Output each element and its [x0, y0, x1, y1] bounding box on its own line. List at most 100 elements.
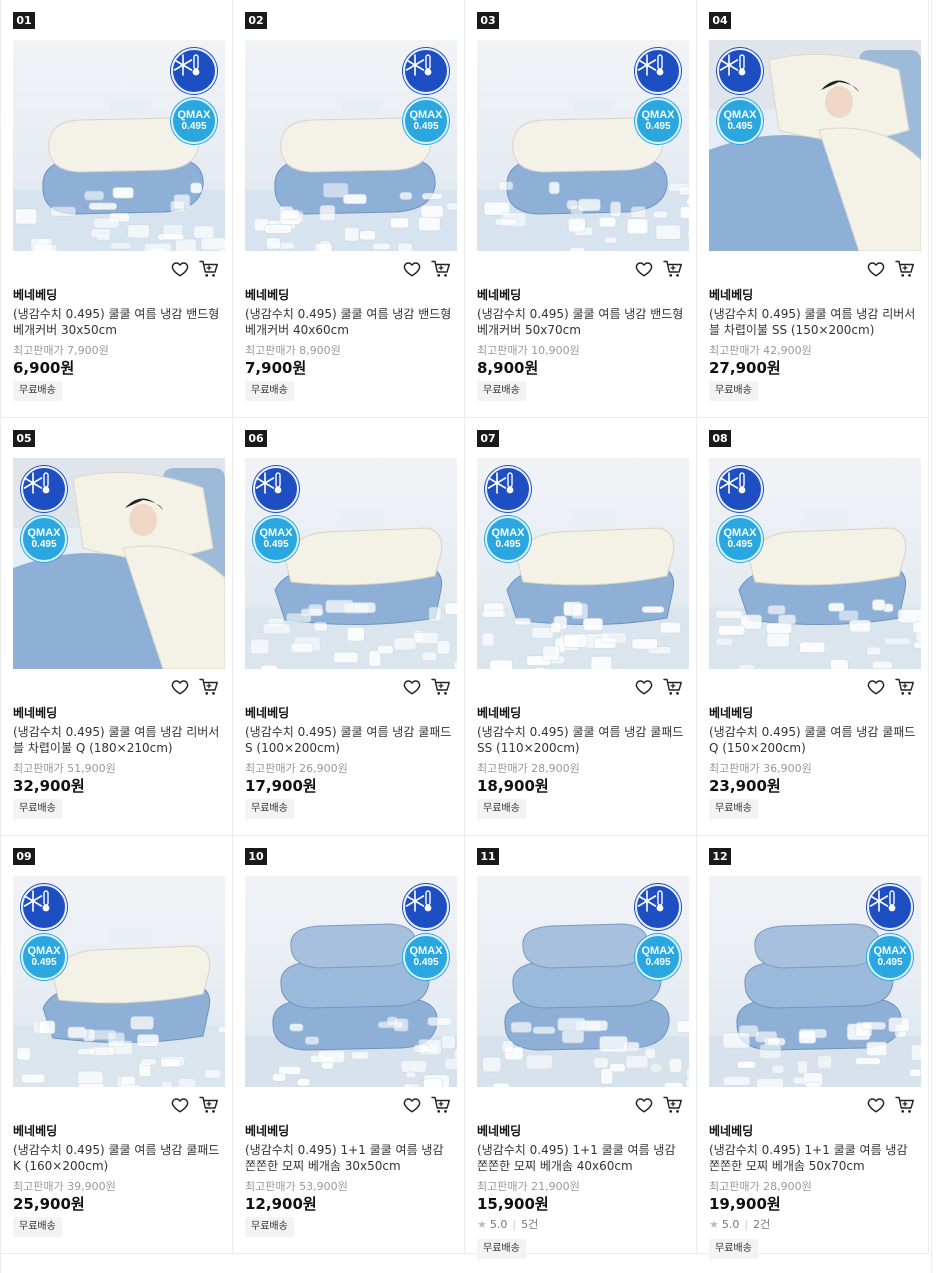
product-image[interactable]: QMAX 0.495 [245, 458, 457, 669]
cart-icon[interactable] [431, 1096, 451, 1114]
free-shipping-tag: 무료배송 [477, 381, 526, 401]
cooling-snowflake-icon [403, 884, 449, 930]
product-title[interactable]: (냉감수치 0.495) 1+1 쿨쿨 여름 냉감 쫀쫀한 모찌 베개솜 40x… [477, 1142, 687, 1174]
rank-badge: 07 [477, 430, 499, 447]
product-title[interactable]: (냉감수치 0.495) 쿨쿨 여름 냉감 쿨패드 S (100×200cm) [245, 724, 455, 756]
product-title[interactable]: (냉감수치 0.495) 쿨쿨 여름 냉감 쿨패드 Q (150×200cm) [709, 724, 919, 756]
product-actions [171, 260, 227, 278]
rank-badge: 09 [13, 848, 35, 865]
cart-icon[interactable] [663, 1096, 683, 1114]
product-title[interactable]: (냉감수치 0.495) 쿨쿨 여름 냉감 밴드형 베개커버 50x70cm [477, 306, 687, 338]
original-price: 최고판매가 36,900원 [709, 762, 812, 775]
rating-score: 5.0 [721, 1217, 740, 1231]
product-card[interactable]: 07 QMAX 0.495 베네베딩 (냉감수치 0.495) 쿨쿨 여름 냉감 쿨패드… [465, 418, 697, 836]
product-card[interactable]: 08 QMAX 0.495 베네베딩 (냉감수치 0.495) 쿨쿨 여름 냉감 쿨패드… [697, 418, 929, 836]
cooling-snowflake-icon [867, 884, 913, 930]
product-card[interactable]: 01 QMAX 0.495 베네베딩 (냉감수치 0.495) 쿨쿨 여름 냉감 밴드형… [1, 0, 233, 418]
product-title[interactable]: (냉감수치 0.495) 쿨쿨 여름 냉감 쿨패드 SS (110×200cm) [477, 724, 687, 756]
heart-icon[interactable] [403, 1096, 423, 1114]
cart-icon[interactable] [199, 678, 219, 696]
product-card[interactable]: 09 QMAX 0.495 베네베딩 (냉감수치 0.495) 쿨쿨 여름 냉감 쿨패드… [1, 836, 233, 1254]
brand-name[interactable]: 베네베딩 [709, 286, 753, 303]
rank-badge: 05 [13, 430, 35, 447]
heart-icon[interactable] [171, 1096, 191, 1114]
product-image[interactable]: QMAX 0.495 [477, 40, 689, 251]
sale-price: 25,900원 [13, 1195, 85, 1213]
heart-icon[interactable] [171, 260, 191, 278]
free-shipping-tag: 무료배송 [477, 799, 526, 819]
brand-name[interactable]: 베네베딩 [245, 704, 289, 721]
rank-badge: 12 [709, 848, 731, 865]
heart-icon[interactable] [171, 678, 191, 696]
review-count: 2건 [753, 1218, 771, 1231]
product-actions [635, 1096, 691, 1114]
heart-icon[interactable] [867, 260, 887, 278]
cart-icon[interactable] [199, 1096, 219, 1114]
product-card[interactable]: 05 QMAX 0.495 베네베딩 (냉감수치 0.495) 쿨쿨 여름 냉감 리버서… [1, 418, 233, 836]
star-icon: ★ [477, 1217, 487, 1231]
brand-name[interactable]: 베네베딩 [245, 1122, 289, 1139]
cart-icon[interactable] [895, 678, 915, 696]
heart-icon[interactable] [635, 1096, 655, 1114]
product-card[interactable]: 11 QMAX 0.495 베네베딩 (냉감수치 0.495) 1+1 쿨쿨 여름 냉감… [465, 836, 697, 1259]
product-card[interactable]: 04 QMAX 0.495 베네베딩 (냉감수치 0.495) 쿨쿨 여름 냉감 리버서… [697, 0, 929, 418]
qmax-label: QMAX [641, 945, 675, 957]
brand-name[interactable]: 베네베딩 [477, 1122, 521, 1139]
cart-icon[interactable] [431, 678, 451, 696]
brand-name[interactable]: 베네베딩 [13, 286, 57, 303]
product-image[interactable]: QMAX 0.495 [245, 40, 457, 251]
rating-score: 5.0 [489, 1217, 508, 1231]
sale-price: 15,900원 [477, 1195, 549, 1213]
product-title[interactable]: (냉감수치 0.495) 쿨쿨 여름 냉감 쿨패드 K (160×200cm) [13, 1142, 223, 1174]
brand-name[interactable]: 베네베딩 [709, 704, 753, 721]
product-image[interactable]: QMAX 0.495 [245, 876, 457, 1087]
brand-name[interactable]: 베네베딩 [477, 704, 521, 721]
cart-icon[interactable] [431, 260, 451, 278]
brand-name[interactable]: 베네베딩 [245, 286, 289, 303]
heart-icon[interactable] [403, 678, 423, 696]
product-image[interactable]: QMAX 0.495 [709, 458, 921, 669]
product-title[interactable]: (냉감수치 0.495) 쿨쿨 여름 냉감 리버서블 차렵이불 SS (150×… [709, 306, 919, 338]
product-card[interactable]: 03 QMAX 0.495 베네베딩 (냉감수치 0.495) 쿨쿨 여름 냉감 밴드형… [465, 0, 697, 418]
heart-icon[interactable] [867, 678, 887, 696]
brand-name[interactable]: 베네베딩 [477, 286, 521, 303]
sale-price: 32,900원 [13, 777, 85, 795]
heart-icon[interactable] [635, 678, 655, 696]
qmax-badge: QMAX 0.495 [635, 934, 681, 980]
cart-icon[interactable] [663, 678, 683, 696]
product-image[interactable]: QMAX 0.495 [477, 876, 689, 1087]
product-card[interactable]: 06 QMAX 0.495 베네베딩 (냉감수치 0.495) 쿨쿨 여름 냉감 쿨패드… [233, 418, 465, 836]
product-image[interactable]: QMAX 0.495 [13, 876, 225, 1087]
product-card[interactable]: 02 QMAX 0.495 베네베딩 (냉감수치 0.495) 쿨쿨 여름 냉감 밴드형… [233, 0, 465, 418]
qmax-badge: QMAX 0.495 [485, 516, 531, 562]
free-shipping-tag: 무료배송 [709, 381, 758, 401]
original-price: 최고판매가 26,900원 [245, 762, 348, 775]
product-card[interactable]: 10 QMAX 0.495 베네베딩 (냉감수치 0.495) 1+1 쿨쿨 여름 냉감… [233, 836, 465, 1254]
qmax-value: 0.495 [495, 539, 521, 550]
brand-name[interactable]: 베네베딩 [13, 1122, 57, 1139]
product-title[interactable]: (냉감수치 0.495) 1+1 쿨쿨 여름 냉감 쫀쫀한 모찌 베개솜 50x… [709, 1142, 919, 1174]
product-title[interactable]: (냉감수치 0.495) 1+1 쿨쿨 여름 냉감 쫀쫀한 모찌 베개솜 30x… [245, 1142, 455, 1174]
cart-icon[interactable] [663, 260, 683, 278]
product-title[interactable]: (냉감수치 0.495) 쿨쿨 여름 냉감 밴드형 베개커버 40x60cm [245, 306, 455, 338]
original-price: 최고판매가 51,900원 [13, 762, 116, 775]
product-image[interactable]: QMAX 0.495 [13, 458, 225, 669]
product-actions [171, 678, 227, 696]
cart-icon[interactable] [895, 260, 915, 278]
product-card[interactable]: 12 QMAX 0.495 베네베딩 (냉감수치 0.495) 1+1 쿨쿨 여름 냉감… [697, 836, 929, 1259]
heart-icon[interactable] [635, 260, 655, 278]
brand-name[interactable]: 베네베딩 [709, 1122, 753, 1139]
cart-icon[interactable] [895, 1096, 915, 1114]
cart-icon[interactable] [199, 260, 219, 278]
heart-icon[interactable] [403, 260, 423, 278]
original-price: 최고판매가 53,900원 [245, 1180, 348, 1193]
brand-name[interactable]: 베네베딩 [13, 704, 57, 721]
product-image[interactable]: QMAX 0.495 [709, 40, 921, 251]
product-image[interactable]: QMAX 0.495 [13, 40, 225, 251]
free-shipping-tag: 무료배송 [13, 1217, 62, 1237]
heart-icon[interactable] [867, 1096, 887, 1114]
product-title[interactable]: (냉감수치 0.495) 쿨쿨 여름 냉감 리버서블 차렵이불 Q (180×2… [13, 724, 223, 756]
product-image[interactable]: QMAX 0.495 [477, 458, 689, 669]
product-title[interactable]: (냉감수치 0.495) 쿨쿨 여름 냉감 밴드형 베개커버 30x50cm [13, 306, 223, 338]
product-image[interactable]: QMAX 0.495 [709, 876, 921, 1087]
